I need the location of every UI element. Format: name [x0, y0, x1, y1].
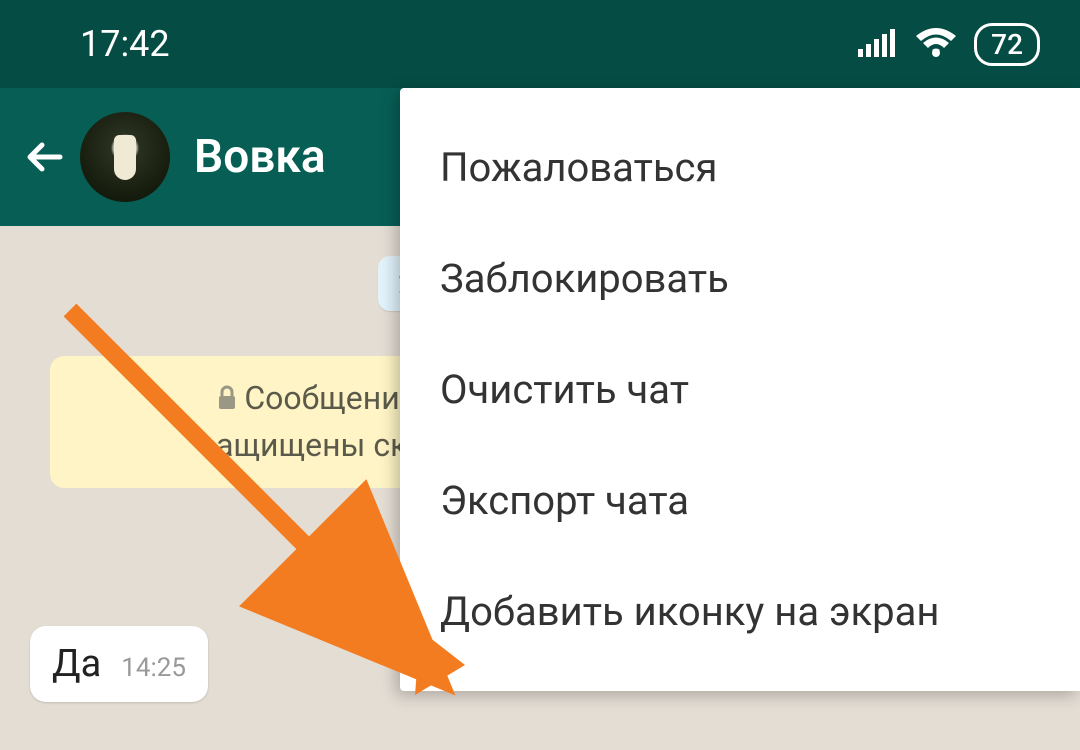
avatar[interactable]: [80, 112, 170, 202]
message-text: Да: [52, 642, 101, 686]
menu-item-report[interactable]: Пожаловаться: [400, 112, 1080, 223]
status-icons: 72: [858, 23, 1040, 66]
message-time: 14:25: [121, 653, 186, 683]
menu-item-label: Заблокировать: [440, 255, 729, 302]
back-arrow-icon[interactable]: [20, 132, 70, 182]
status-bar: 17:42 72: [0, 0, 1080, 88]
menu-item-export-chat[interactable]: Экспорт чата: [400, 445, 1080, 556]
lock-icon: [216, 378, 238, 423]
menu-item-label: Экспорт чата: [440, 477, 689, 524]
battery-indicator: 72: [974, 23, 1040, 66]
message-bubble-incoming[interactable]: Да 14:25: [30, 626, 208, 702]
menu-item-clear-chat[interactable]: Очистить чат: [400, 334, 1080, 445]
wifi-icon: [914, 26, 958, 62]
status-time: 17:42: [80, 23, 170, 65]
menu-item-label: Пожаловаться: [440, 144, 717, 191]
overflow-menu: Пожаловаться Заблокировать Очистить чат …: [400, 88, 1080, 691]
menu-item-block[interactable]: Заблокировать: [400, 223, 1080, 334]
menu-item-label: Очистить чат: [440, 366, 689, 413]
menu-item-label: Добавить иконку на экран: [440, 588, 939, 635]
signal-icon: [858, 27, 898, 61]
menu-item-add-shortcut[interactable]: Добавить иконку на экран: [400, 556, 1080, 667]
contact-name[interactable]: Вовка: [194, 130, 326, 184]
